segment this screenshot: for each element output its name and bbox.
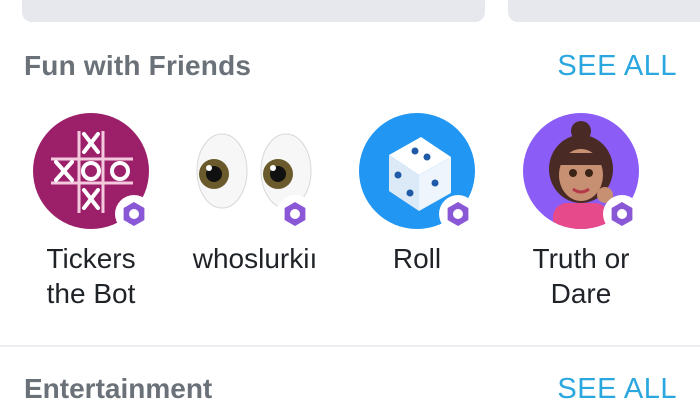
bot-badge-icon [276, 195, 314, 233]
bot-name: Truth or Dare [532, 243, 630, 309]
previous-card-left[interactable] [22, 0, 485, 22]
bot-name: Roll [392, 243, 442, 274]
bot-badge-icon [115, 195, 153, 233]
see-all-link-entertainment[interactable]: SEE ALL [557, 373, 677, 406]
see-all-link[interactable]: SEE ALL [557, 50, 677, 83]
bot-badge-icon [603, 195, 641, 233]
bot-name: whoslurkiı [192, 243, 318, 274]
section-title-entertainment: Entertainment [24, 373, 213, 404]
bot-name: Tickers the Bot [46, 243, 136, 309]
bot-badge-icon [439, 195, 477, 233]
section-divider [0, 345, 700, 347]
section-title: Fun with Friends [24, 50, 252, 81]
previous-card-right[interactable] [508, 0, 700, 22]
